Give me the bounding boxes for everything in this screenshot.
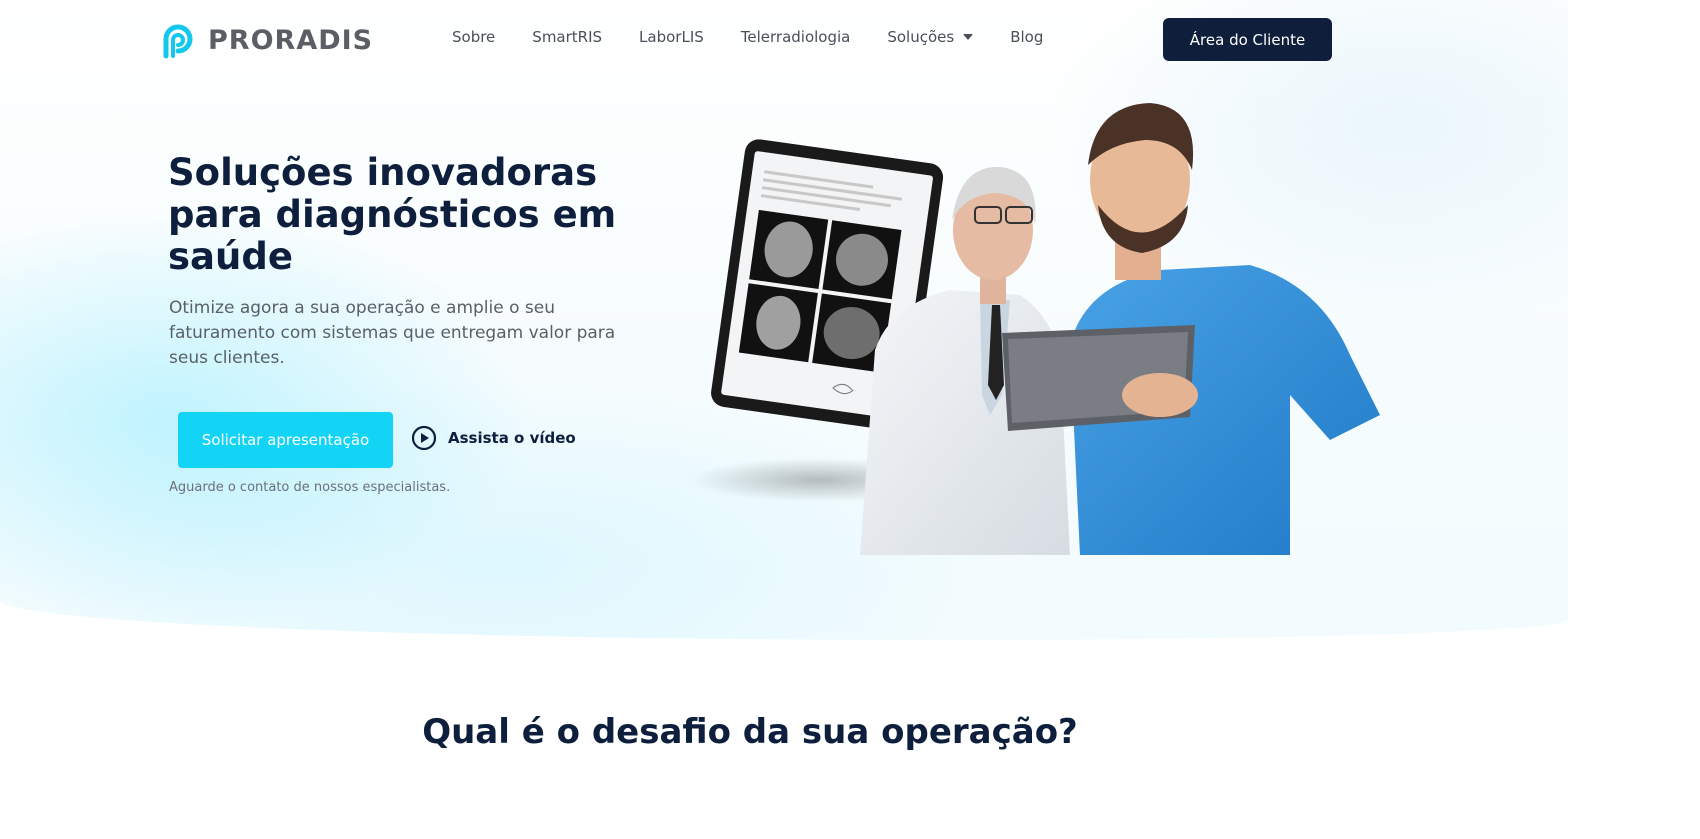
nav-item-blog[interactable]: Blog xyxy=(1010,28,1043,46)
client-area-button[interactable]: Área do Cliente xyxy=(1163,18,1332,61)
hero-title: Soluções inovadoras para diagnósticos em… xyxy=(168,151,617,278)
hero-note: Aguarde o contato de nossos especialista… xyxy=(169,480,451,495)
nav-item-sobre[interactable]: Sobre xyxy=(452,28,495,46)
nav-item-label: SmartRIS xyxy=(532,28,603,46)
nav-item-label: Sobre xyxy=(452,28,496,46)
logo-text: PRORADIS xyxy=(208,24,374,56)
hero-illustration xyxy=(690,103,1380,555)
nav-item-label: LaborLIS xyxy=(639,28,704,46)
nav-item-label: Blog xyxy=(1010,28,1044,46)
request-presentation-button[interactable]: Solicitar apresentação xyxy=(178,412,393,468)
nav-item-solucoes[interactable]: Soluções xyxy=(887,28,974,46)
challenge-section-title: Qual é o desafio da sua operação? xyxy=(422,712,1078,752)
play-circle-icon xyxy=(411,425,437,451)
nav-item-telerradiologia[interactable]: Telerradiologia xyxy=(741,28,851,46)
handheld-tablet xyxy=(1002,325,1198,431)
nav-item-laborlis[interactable]: LaborLIS xyxy=(639,28,704,46)
chevron-down-icon xyxy=(963,34,974,40)
nav-item-label: Telerradiologia xyxy=(740,28,851,46)
site-header: PRORADIS Sobre SmartRIS LaborLIS Telerra… xyxy=(0,0,1568,80)
logo[interactable]: PRORADIS xyxy=(158,20,373,60)
watch-video-link[interactable]: Assista o vídeo xyxy=(411,425,576,451)
nav-item-label: Soluções xyxy=(887,28,955,46)
main-nav: Sobre SmartRIS LaborLIS Telerradiologia … xyxy=(452,28,1080,46)
proradis-logo-icon xyxy=(163,24,193,59)
hero-subtitle: Otimize agora a sua operação e amplie o … xyxy=(169,298,616,368)
watch-video-label: Assista o vídeo xyxy=(448,429,576,447)
nav-item-smartris[interactable]: SmartRIS xyxy=(532,28,602,46)
